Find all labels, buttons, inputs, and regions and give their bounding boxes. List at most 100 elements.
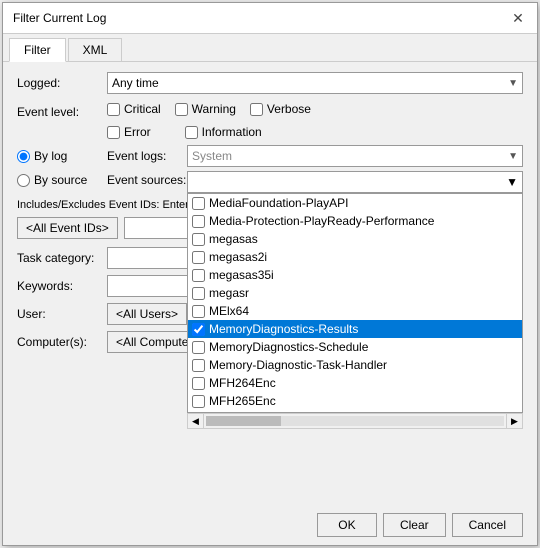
item-label: MFH265Enc [209, 394, 276, 408]
bylog-radio[interactable] [17, 150, 30, 163]
tab-filter[interactable]: Filter [9, 38, 66, 62]
list-item[interactable]: megasas2i [188, 248, 522, 266]
item-label: megasr [209, 286, 249, 300]
item-checkbox[interactable] [192, 215, 205, 228]
critical-checkbox-label[interactable]: Critical [107, 102, 161, 116]
event-logs-label: Event logs: [107, 149, 187, 163]
tab-xml[interactable]: XML [68, 38, 123, 61]
bysource-radio-label[interactable]: By source [17, 171, 107, 187]
event-sources-list[interactable]: MediaFoundation-PlayAPI Media-Protection… [187, 193, 523, 413]
scroll-track[interactable] [206, 416, 504, 426]
item-label: Memory-Diagnostic-Task-Handler [209, 358, 387, 372]
all-users-button[interactable]: <All Users> [107, 303, 187, 325]
item-label: megasas35i [209, 268, 274, 282]
task-category-label: Task category: [17, 251, 107, 265]
list-item[interactable]: Microsoft DLNA Namespace [188, 410, 522, 413]
list-item[interactable]: MFH264Enc [188, 374, 522, 392]
information-label: Information [202, 125, 262, 139]
event-level-row: Event level: Critical Warning Verbose [17, 102, 523, 121]
logged-row: Logged: Any time ▼ [17, 72, 523, 94]
event-sources-trigger[interactable]: ▼ [187, 171, 523, 193]
item-label: Media-Protection-PlayReady-Performance [209, 214, 434, 228]
scroll-left-button[interactable]: ◀ [188, 414, 204, 428]
warning-label: Warning [192, 102, 236, 116]
item-label: MemoryDiagnostics-Results [209, 322, 358, 336]
list-item[interactable]: MemoryDiagnostics-Schedule [188, 338, 522, 356]
item-label: MElx64 [209, 304, 249, 318]
bylog-radio-label[interactable]: By log [17, 149, 107, 163]
item-label: MediaFoundation-PlayAPI [209, 196, 348, 210]
item-checkbox[interactable] [192, 323, 205, 336]
bylog-label: By log [34, 149, 67, 163]
item-checkbox[interactable] [192, 251, 205, 264]
item-checkbox[interactable] [192, 413, 205, 414]
user-label: User: [17, 307, 107, 321]
event-logs-dropdown[interactable]: System ▼ [187, 145, 523, 167]
bysource-radio[interactable] [17, 174, 30, 187]
item-checkbox[interactable] [192, 233, 205, 246]
list-item[interactable]: megasas [188, 230, 522, 248]
close-button[interactable]: ✕ [509, 9, 527, 27]
tab-bar: Filter XML [3, 34, 537, 62]
ok-button[interactable]: OK [317, 513, 377, 537]
dialog-title: Filter Current Log [13, 11, 106, 25]
title-bar: Filter Current Log ✕ [3, 3, 537, 34]
list-item[interactable]: MFH265Enc [188, 392, 522, 410]
item-checkbox[interactable] [192, 287, 205, 300]
critical-label: Critical [124, 102, 161, 116]
horizontal-scrollbar[interactable]: ◀ ▶ [187, 413, 523, 429]
item-label: MemoryDiagnostics-Schedule [209, 340, 368, 354]
item-checkbox[interactable] [192, 305, 205, 318]
item-checkbox[interactable] [192, 341, 205, 354]
filter-current-log-dialog: Filter Current Log ✕ Filter XML Logged: … [2, 2, 538, 546]
critical-checkbox[interactable] [107, 103, 120, 116]
item-label: megasas [209, 232, 258, 246]
logged-value: Any time [112, 76, 159, 90]
item-checkbox[interactable] [192, 377, 205, 390]
error-label: Error [124, 125, 151, 139]
error-checkbox[interactable] [107, 126, 120, 139]
event-logs-value: System [192, 149, 232, 163]
item-checkbox[interactable] [192, 359, 205, 372]
bysource-label: By source [34, 173, 87, 187]
list-item[interactable]: megasas35i [188, 266, 522, 284]
error-checkbox-label[interactable]: Error [107, 125, 151, 139]
bylog-row: By log Event logs: System ▼ [17, 145, 523, 167]
scroll-right-button[interactable]: ▶ [506, 414, 522, 428]
list-item[interactable]: MediaFoundation-PlayAPI [188, 194, 522, 212]
scroll-thumb[interactable] [206, 416, 281, 426]
cancel-button[interactable]: Cancel [452, 513, 523, 537]
computer-label: Computer(s): [17, 335, 107, 349]
dialog-content: Logged: Any time ▼ Event level: Critical… [3, 62, 537, 369]
verbose-label: Verbose [267, 102, 311, 116]
event-level-label: Event level: [17, 105, 107, 119]
bottom-buttons: OK Clear Cancel [303, 505, 537, 545]
verbose-checkbox-label[interactable]: Verbose [250, 102, 311, 116]
list-item[interactable]: megasr [188, 284, 522, 302]
warning-checkbox-label[interactable]: Warning [175, 102, 236, 116]
event-level-row2: Error Information [17, 125, 523, 139]
warning-checkbox[interactable] [175, 103, 188, 116]
list-item[interactable]: MElx64 [188, 302, 522, 320]
event-sources-label: Event sources: [107, 171, 187, 187]
item-label: megasas2i [209, 250, 267, 264]
logged-label: Logged: [17, 76, 107, 90]
item-checkbox[interactable] [192, 269, 205, 282]
event-logs-arrow: ▼ [508, 151, 518, 162]
all-event-ids-button[interactable]: <All Event IDs> [17, 217, 118, 239]
logged-dropdown-arrow: ▼ [508, 78, 518, 89]
item-checkbox[interactable] [192, 197, 205, 210]
information-checkbox[interactable] [185, 126, 198, 139]
list-item-selected[interactable]: MemoryDiagnostics-Results [188, 320, 522, 338]
clear-button[interactable]: Clear [383, 513, 446, 537]
item-label: Microsoft DLNA Namespace [209, 412, 360, 413]
list-item[interactable]: Media-Protection-PlayReady-Performance [188, 212, 522, 230]
event-sources-arrow: ▼ [506, 175, 518, 189]
bysource-row: By source Event sources: ▼ MediaFoundati… [17, 171, 523, 193]
information-checkbox-label[interactable]: Information [185, 125, 262, 139]
logged-dropdown[interactable]: Any time ▼ [107, 72, 523, 94]
item-checkbox[interactable] [192, 395, 205, 408]
list-item[interactable]: Memory-Diagnostic-Task-Handler [188, 356, 522, 374]
item-label: MFH264Enc [209, 376, 276, 390]
verbose-checkbox[interactable] [250, 103, 263, 116]
